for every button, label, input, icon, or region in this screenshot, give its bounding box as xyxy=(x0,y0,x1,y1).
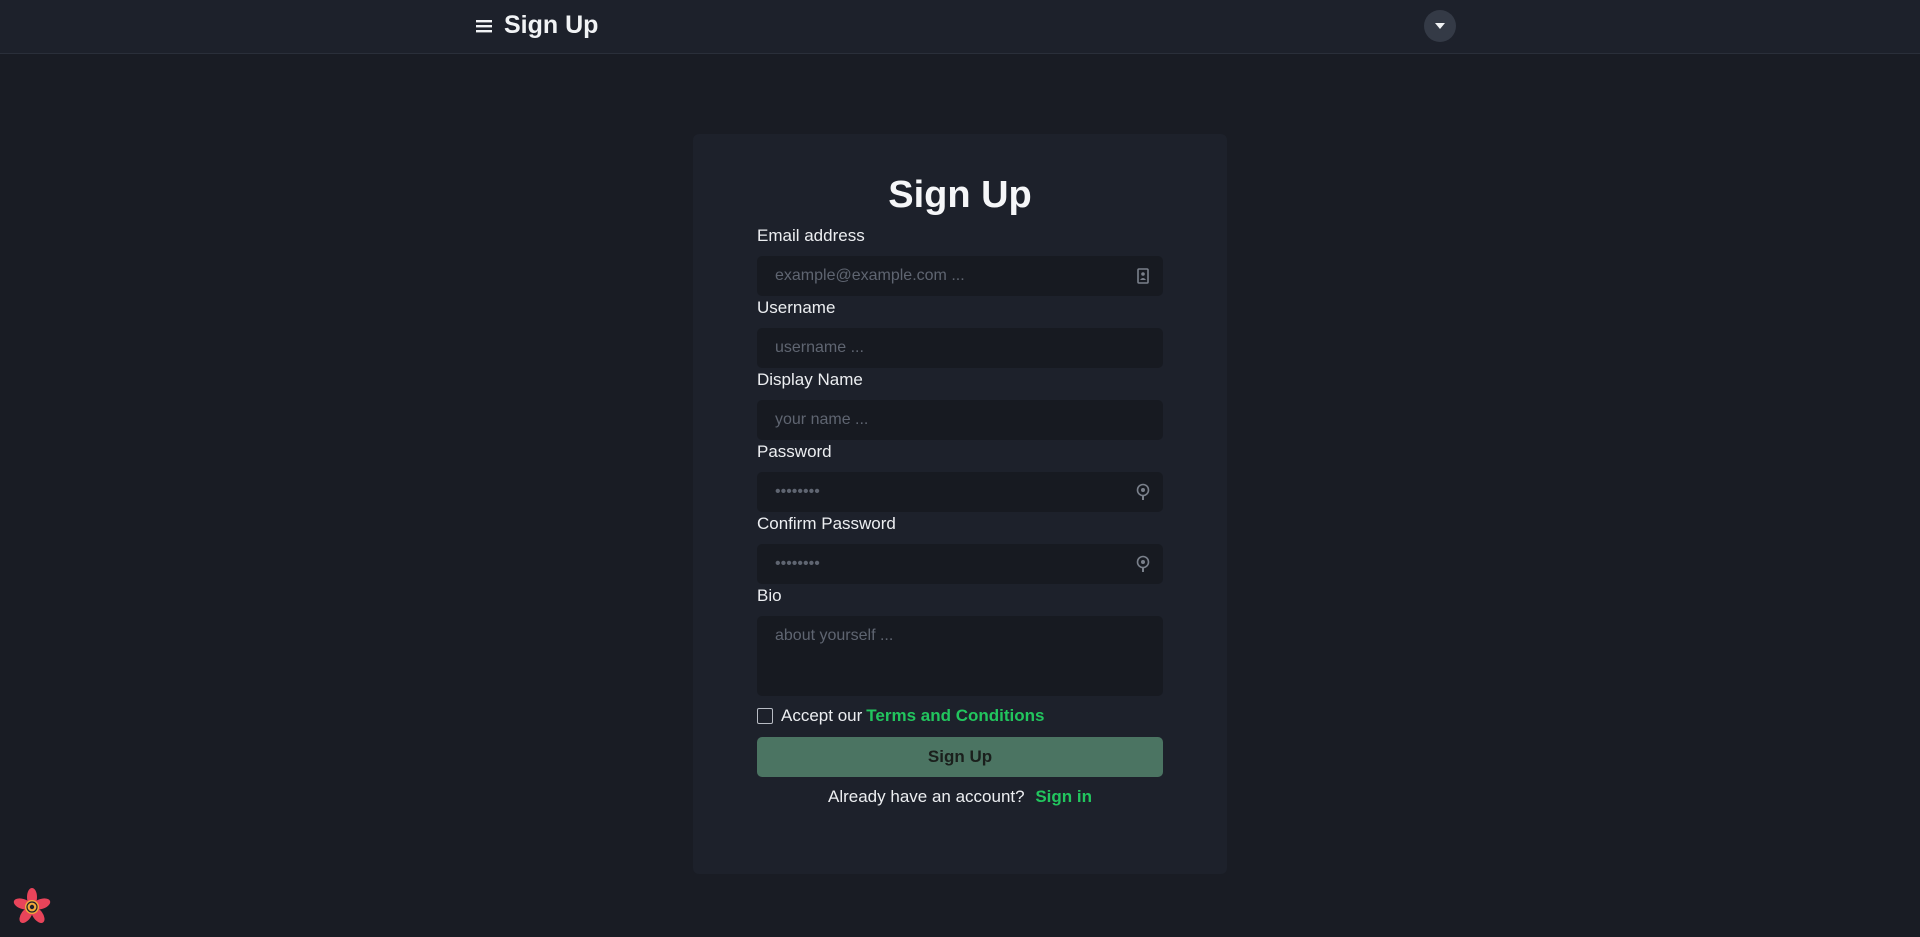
terms-checkbox[interactable] xyxy=(757,708,773,724)
bio-field[interactable] xyxy=(757,616,1163,696)
username-label: Username xyxy=(757,298,836,317)
bio-field-wrapper xyxy=(757,616,1163,696)
password-field-wrapper xyxy=(757,472,1163,512)
form-title: Sign Up xyxy=(888,174,1032,216)
key-icon[interactable] xyxy=(1133,482,1153,502)
username-field-wrapper xyxy=(757,328,1163,368)
terms-row: Accept our Terms and Conditions xyxy=(757,706,1044,726)
header-title: Sign Up xyxy=(504,11,599,39)
user-menu-button[interactable] xyxy=(1424,10,1456,42)
top-bar: Sign Up xyxy=(0,0,1920,54)
signin-link[interactable]: Sign in xyxy=(1035,787,1092,806)
terms-prefix: Accept our xyxy=(781,706,863,725)
display-name-field-wrapper xyxy=(757,400,1163,440)
key-icon[interactable] xyxy=(1133,554,1153,574)
password-label: Password xyxy=(757,442,832,461)
confirm-password-field-wrapper xyxy=(757,544,1163,584)
signup-card: Sign Up Email address Username Display N… xyxy=(693,134,1227,874)
caret-down-icon xyxy=(1435,23,1445,29)
terms-link[interactable]: Terms and Conditions xyxy=(866,706,1044,726)
contact-card-icon xyxy=(1133,266,1153,286)
password-field[interactable] xyxy=(757,472,1163,512)
flower-logo-icon[interactable] xyxy=(12,888,52,926)
signup-button[interactable]: Sign Up xyxy=(757,737,1163,777)
confirm-password-field[interactable] xyxy=(757,544,1163,584)
hamburger-menu-icon[interactable] xyxy=(474,15,494,37)
email-label: Email address xyxy=(757,226,865,245)
display-name-label: Display Name xyxy=(757,370,863,389)
confirm-password-label: Confirm Password xyxy=(757,514,896,533)
display-name-field[interactable] xyxy=(757,400,1163,440)
bio-label: Bio xyxy=(757,586,782,605)
signin-prompt: Already have an account? xyxy=(828,787,1025,806)
email-field[interactable] xyxy=(757,256,1163,296)
email-field-wrapper xyxy=(757,256,1163,296)
signin-row: Already have an account? Sign in xyxy=(693,787,1227,807)
username-field[interactable] xyxy=(757,328,1163,368)
